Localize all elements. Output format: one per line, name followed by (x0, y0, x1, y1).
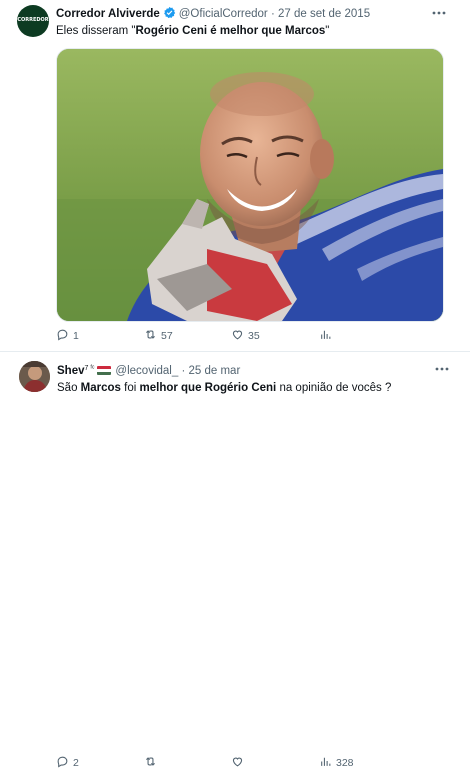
tweet-text-3: foi (120, 382, 140, 394)
avatar-logo-text: CORREDOR (17, 17, 49, 23)
views-icon (321, 757, 331, 766)
header-separator: · (181, 365, 186, 377)
tweet-text-5: na opinião de vocês ? (276, 382, 392, 394)
header-separator: · (270, 8, 275, 20)
tweet-text-2: Marcos (80, 382, 121, 394)
tweet-date[interactable]: 25 de mar (189, 365, 241, 377)
tweet-text-4: melhor que Rogério Ceni (139, 382, 277, 394)
like-button[interactable]: 35 (231, 328, 260, 344)
views-button[interactable]: 328 (319, 755, 354, 771)
author-name[interactable]: Corredor Alviverde (56, 8, 160, 20)
avatar[interactable]: CORREDOR (17, 5, 49, 37)
like-button[interactable] (231, 755, 244, 771)
tweet-text-bold: Rogério Ceni é melhor que Marcos (135, 25, 326, 37)
tweet-text: Eles disseram "Rogério Ceni é melhor que… (56, 24, 329, 38)
views-count: 328 (336, 757, 354, 769)
retweet-button[interactable]: 57 (144, 328, 173, 344)
tweet-date[interactable]: 27 de set de 2015 (278, 8, 370, 20)
retweet-icon (146, 757, 155, 766)
views-icon (321, 330, 331, 339)
verified-badge-icon (163, 6, 175, 19)
retweet-count: 57 (161, 330, 173, 342)
tweet-text: São Marcos foi melhor que Rogério Ceni n… (57, 381, 391, 395)
more-icon[interactable] (431, 8, 447, 18)
reply-count: 2 (73, 757, 79, 769)
tweet-actions: 2 328 (0, 755, 470, 771)
reply-count: 1 (73, 330, 79, 342)
tweet-photo[interactable] (56, 48, 444, 322)
reply-icon (57, 329, 68, 341)
tweet-header: Shev7 ᶠᶜ @lecovidal_ · 25 de mar (57, 362, 240, 378)
like-count: 35 (248, 330, 260, 342)
tweet-text-suffix: " (325, 25, 330, 37)
retweet-icon (146, 330, 155, 339)
more-icon[interactable] (434, 364, 450, 374)
reply-button[interactable]: 2 (56, 755, 79, 771)
reply-button[interactable]: 1 (56, 328, 79, 344)
author-handle[interactable]: @lecovidal_ (115, 365, 178, 377)
goalkeeper-photo (57, 49, 443, 321)
reply-icon (57, 756, 68, 768)
tweet-shev[interactable]: Shev7 ᶠᶜ @lecovidal_ · 25 de mar São Marc… (0, 352, 470, 769)
tweet-corredor-alviverde[interactable]: CORREDOR Corredor Alviverde @OficialCorre… (0, 0, 470, 352)
author-name-suffix: 7 ᶠᶜ (84, 365, 95, 372)
like-icon (232, 757, 243, 767)
like-icon (232, 330, 243, 340)
tweet-header: Corredor Alviverde @OficialCorredor · 27 … (56, 6, 370, 21)
author-name[interactable]: Shev (57, 365, 85, 377)
retweet-button[interactable] (144, 755, 157, 771)
tweet-actions: 1 57 35 (0, 328, 470, 344)
views-button[interactable] (319, 328, 332, 344)
author-handle[interactable]: @OficialCorredor (179, 8, 268, 20)
tweet-text-1: São (57, 382, 81, 394)
tweet-text-prefix: Eles disseram " (56, 25, 136, 37)
hungary-flag-icon (97, 366, 112, 375)
avatar-photo (19, 361, 50, 392)
avatar[interactable] (19, 361, 50, 392)
